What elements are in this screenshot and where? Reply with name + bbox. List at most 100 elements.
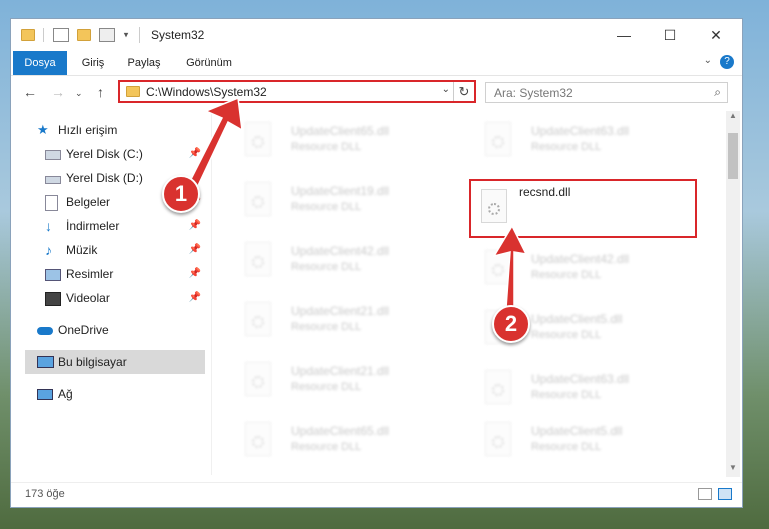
sidebar-item-videos[interactable]: Videolar 📌 — [45, 286, 205, 310]
file-type: Resource DLL — [531, 389, 602, 401]
file-name: UpdateClient42.dll — [291, 244, 390, 258]
file-name: UpdateClient63.dll — [531, 372, 630, 386]
sidebar-item-label: Belgeler — [66, 195, 111, 209]
sidebar-item-label: Müzik — [66, 243, 98, 257]
sidebar-item-label: Ağ — [58, 387, 73, 401]
address-path[interactable]: C:\Windows\System32 — [146, 85, 267, 99]
dll-file-icon — [485, 122, 511, 156]
drive-icon — [45, 176, 61, 184]
file-item[interactable]: UpdateClient63.dll Resource DLL — [471, 362, 691, 414]
sidebar-item-downloads[interactable]: ↓ İndirmeler 📌 — [45, 214, 205, 238]
file-name: UpdateClient21.dll — [291, 364, 390, 378]
sidebar-item-network[interactable]: Ağ — [37, 382, 205, 406]
file-list: UpdateClient65.dll Resource DLL UpdateCl… — [221, 110, 721, 475]
dll-file-icon — [485, 370, 511, 404]
dll-file-icon — [245, 242, 271, 276]
file-item[interactable]: UpdateClient65.dll Resource DLL — [231, 114, 451, 166]
ribbon-tabs: Dosya Giriş Paylaş Görünüm ⌄ ? — [11, 51, 742, 76]
sidebar-item-label: Videolar — [66, 291, 110, 305]
up-icon[interactable]: ↑ — [97, 84, 104, 100]
pictures-icon — [45, 269, 61, 281]
scroll-up-icon[interactable]: ▲ — [726, 111, 740, 125]
file-item[interactable]: UpdateClient21.dll Resource DLL — [231, 294, 451, 346]
sidebar-item-label: İndirmeler — [66, 219, 120, 233]
network-icon — [37, 389, 53, 400]
computer-icon — [37, 356, 54, 368]
file-name: UpdateClient5.dll — [531, 424, 623, 438]
folder-icon[interactable] — [21, 28, 35, 41]
pin-icon: 📌 — [188, 292, 201, 303]
file-item[interactable]: UpdateClient5.dll Resource DLL — [471, 414, 691, 466]
file-type: Resource DLL — [291, 261, 362, 273]
new-folder-icon[interactable] — [77, 28, 92, 41]
file-name: UpdateClient63.dll — [531, 124, 630, 138]
file-item[interactable]: UpdateClient21.dll Resource DLL — [231, 354, 451, 406]
callout-badge-2: 2 — [492, 305, 530, 343]
file-item[interactable]: UpdateClient19.dll Resource DLL — [231, 174, 451, 226]
file-item-recsnd[interactable]: recsnd.dll — [469, 179, 697, 238]
video-icon — [45, 292, 61, 306]
properties-icon[interactable] — [52, 27, 69, 42]
sidebar-item-drive-c[interactable]: Yerel Disk (C:) 📌 — [45, 142, 205, 166]
search-placeholder: Ara: System32 — [494, 86, 573, 100]
recent-locations-icon[interactable]: ⌄ — [75, 88, 83, 99]
scroll-down-icon[interactable]: ▼ — [726, 463, 740, 477]
minimize-button[interactable]: — — [602, 23, 646, 47]
search-input[interactable]: Ara: System32 ⌕ — [485, 82, 728, 103]
sidebar-item-pictures[interactable]: Resimler 📌 — [45, 262, 205, 286]
dll-file-icon — [481, 189, 507, 223]
file-name: UpdateClient65.dll — [291, 124, 390, 138]
tab-view[interactable]: Görünüm — [177, 51, 241, 75]
sidebar-item-this-pc[interactable]: Bu bilgisayar — [25, 350, 205, 374]
refresh-icon[interactable]: ↻ — [453, 82, 474, 101]
pin-icon: 📌 — [188, 148, 201, 159]
sidebar-item-label: Hızlı erişim — [58, 123, 118, 137]
file-type: Resource DLL — [291, 141, 362, 153]
dll-file-icon — [245, 362, 271, 396]
expand-ribbon-icon[interactable]: ⌄ — [704, 55, 712, 66]
sidebar-item-quick-access[interactable]: ★ Hızlı erişim — [37, 118, 205, 142]
cloud-icon — [37, 327, 53, 335]
dll-file-icon — [245, 182, 271, 216]
address-bar[interactable]: C:\Windows\System32 ⌄ ↻ — [118, 80, 476, 103]
folder-icon — [126, 86, 140, 97]
scrollbar-thumb[interactable] — [728, 133, 738, 179]
maximize-button[interactable]: ☐ — [648, 23, 692, 47]
help-icon[interactable]: ? — [720, 55, 734, 69]
divider — [43, 27, 45, 42]
documents-icon — [45, 195, 58, 211]
window-title: System32 — [151, 28, 205, 42]
file-item[interactable]: UpdateClient63.dll Resource DLL — [471, 114, 691, 166]
item-count: 173 öğe — [25, 488, 65, 500]
dll-file-icon — [485, 422, 511, 456]
details-view-icon[interactable] — [698, 488, 712, 500]
view-icon[interactable] — [99, 27, 116, 42]
file-name: UpdateClient21.dll — [291, 304, 390, 318]
file-item[interactable]: UpdateClient42.dll Resource DLL — [231, 234, 451, 286]
dll-file-icon — [245, 302, 271, 336]
file-type: Resource DLL — [531, 441, 602, 453]
customize-toolbar-icon[interactable]: ▾ — [124, 29, 129, 39]
back-icon[interactable]: ← — [23, 84, 37, 100]
vertical-scrollbar[interactable]: ▲ ▼ — [726, 111, 740, 477]
file-item[interactable]: UpdateClient65.dll Resource DLL — [231, 414, 451, 466]
tab-home[interactable]: Giriş — [71, 51, 115, 75]
forward-icon[interactable]: → — [51, 84, 65, 100]
music-icon: ♪ — [45, 242, 52, 258]
close-button[interactable]: ✕ — [694, 23, 738, 47]
file-type: Resource DLL — [531, 141, 602, 153]
file-name: UpdateClient5.dll — [531, 312, 623, 326]
pin-icon: 📌 — [188, 220, 201, 231]
address-dropdown-icon[interactable]: ⌄ — [442, 84, 450, 95]
explorer-window: ▾ System32 — ☐ ✕ Dosya Giriş Paylaş Görü… — [10, 18, 743, 508]
drive-icon — [45, 150, 61, 160]
title-bar: ▾ System32 — ☐ ✕ — [11, 19, 742, 51]
dll-file-icon — [245, 122, 271, 156]
sidebar-item-onedrive[interactable]: OneDrive — [37, 318, 205, 342]
tab-share[interactable]: Paylaş — [119, 51, 169, 75]
search-icon[interactable]: ⌕ — [714, 85, 721, 100]
tab-file[interactable]: Dosya — [13, 51, 67, 75]
sidebar-item-music[interactable]: ♪ Müzik 📌 — [45, 238, 205, 262]
large-icons-view-icon[interactable] — [718, 488, 732, 500]
file-item[interactable]: UpdateClient42.dll Resource DLL — [471, 242, 691, 294]
